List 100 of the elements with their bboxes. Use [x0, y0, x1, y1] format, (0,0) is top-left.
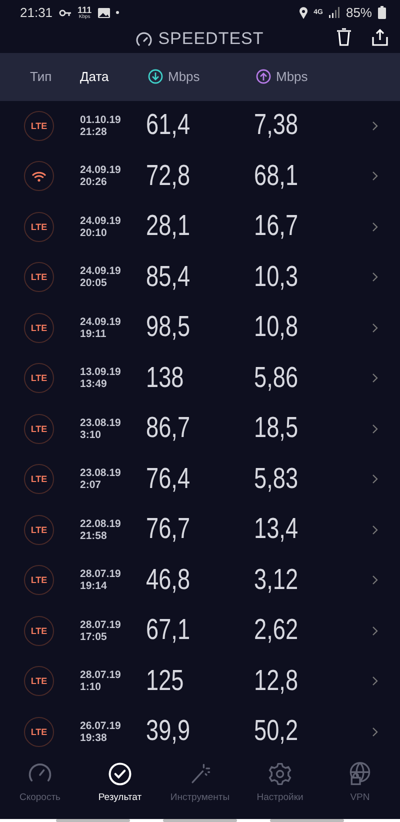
- gear-icon: [267, 761, 293, 788]
- chevron-icon[interactable]: [372, 726, 378, 737]
- test-date: 24.09.19: [80, 265, 122, 278]
- upload-speed: 2,62: [254, 614, 298, 648]
- chevron-icon[interactable]: [372, 575, 378, 586]
- checkmark-icon: [107, 761, 133, 788]
- test-time: 1:10: [80, 681, 102, 694]
- trash-icon[interactable]: [336, 28, 352, 46]
- upload-speed: 16,7: [254, 210, 298, 244]
- test-time: 13:49: [80, 378, 108, 390]
- test-date: 23.08.19: [80, 416, 122, 429]
- app-title: SPEEDTEST: [158, 29, 264, 50]
- chevron-icon[interactable]: [372, 322, 378, 333]
- wifi-icon: [32, 170, 46, 182]
- test-date: 23.08.19: [80, 467, 122, 480]
- upload-icon: [256, 69, 271, 84]
- lte-badge: LTE: [24, 212, 54, 242]
- lte-badge: LTE: [24, 666, 54, 696]
- test-date: 13.09.19: [80, 366, 122, 378]
- clock: 21:31: [20, 5, 53, 20]
- image-icon: [98, 8, 110, 18]
- test-date: 28.07.19: [80, 669, 122, 682]
- test-date: 01.10.19: [80, 114, 122, 126]
- chevron-icon[interactable]: [372, 120, 378, 131]
- lte-badge: LTE: [24, 363, 54, 394]
- lte-badge: LTE: [24, 716, 54, 747]
- data-speed: 111: [78, 6, 92, 15]
- download-speed: 76,4: [146, 462, 190, 496]
- download-speed: 67,1: [146, 614, 190, 648]
- upload-speed: 10,3: [254, 260, 298, 294]
- download-speed: 76,7: [146, 513, 190, 546]
- chevron-icon[interactable]: [372, 222, 378, 232]
- test-date: 22.08.19: [80, 518, 122, 530]
- test-time: 19:11: [80, 328, 108, 340]
- chevron-icon[interactable]: [372, 676, 378, 686]
- download-speed: 46,8: [146, 564, 190, 597]
- download-speed: 39,9: [146, 715, 190, 748]
- test-time: 21:28: [80, 126, 108, 138]
- test-date: 24.09.19: [80, 316, 122, 328]
- upload-speed: 13,4: [254, 513, 298, 546]
- column-header[interactable]: Mbps: [276, 69, 308, 84]
- column-header[interactable]: Тип: [0, 69, 80, 84]
- battery-level: 85%: [346, 5, 372, 20]
- chevron-icon[interactable]: [372, 171, 378, 182]
- lte-badge: LTE: [24, 616, 54, 646]
- test-date: 24.09.19: [80, 214, 122, 227]
- chevron-icon[interactable]: [372, 474, 378, 484]
- lte-badge: LTE: [24, 414, 54, 444]
- key-icon: [58, 8, 72, 17]
- column-header[interactable]: Mbps: [168, 69, 200, 84]
- download-speed: 85,4: [146, 260, 190, 294]
- chevron-icon[interactable]: [372, 626, 378, 636]
- upload-speed: 3,12: [254, 564, 298, 597]
- test-date: 28.07.19: [80, 568, 122, 580]
- dot-icon: [116, 11, 119, 14]
- chevron-icon[interactable]: [372, 524, 378, 535]
- share-icon[interactable]: [372, 28, 388, 46]
- upload-speed: 12,8: [254, 664, 298, 698]
- upload-speed: 50,2: [254, 715, 298, 748]
- test-time: 20:05: [80, 277, 108, 290]
- speedometer-icon: [136, 32, 152, 46]
- test-time: 19:14: [80, 580, 108, 592]
- test-time: 20:26: [80, 176, 108, 188]
- lte-badge: LTE: [24, 514, 54, 545]
- column-header[interactable]: Дата: [80, 69, 148, 84]
- chevron-icon[interactable]: [372, 424, 378, 434]
- test-time: 20:10: [80, 226, 108, 239]
- test-time: 19:38: [80, 732, 108, 744]
- download-speed: 98,5: [146, 311, 190, 344]
- download-speed: 125: [146, 664, 184, 698]
- upload-speed: 10,8: [254, 311, 298, 344]
- test-time: 3:10: [80, 428, 102, 441]
- upload-speed: 5,86: [254, 362, 298, 395]
- lte-badge: LTE: [24, 262, 54, 292]
- chevron-icon[interactable]: [372, 272, 378, 282]
- location-icon: [298, 6, 308, 19]
- test-time: 2:07: [80, 479, 102, 492]
- nav-tab[interactable]: Результат: [80, 761, 160, 804]
- battery-icon: [378, 6, 386, 20]
- globe-lock-icon: [347, 761, 373, 788]
- download-speed: 72,8: [146, 160, 190, 193]
- lte-badge: LTE: [24, 110, 54, 141]
- chevron-icon[interactable]: [372, 373, 378, 384]
- test-time: 21:58: [80, 530, 108, 542]
- test-date: 26.07.19: [80, 720, 122, 732]
- upload-speed: 5,83: [254, 462, 298, 496]
- download-icon: [148, 69, 163, 84]
- lte-badge: LTE: [24, 464, 54, 494]
- lte-badge: LTE: [24, 565, 54, 596]
- upload-speed: 7,38: [254, 109, 298, 142]
- lte-badge: LTE: [24, 312, 54, 343]
- download-speed: 61,4: [146, 109, 190, 142]
- upload-speed: 68,1: [254, 160, 298, 193]
- download-speed: 86,7: [146, 412, 190, 446]
- download-speed: 138: [146, 362, 184, 395]
- signal-icon: [328, 7, 340, 18]
- download-speed: 28,1: [146, 210, 190, 244]
- test-date: 28.07.19: [80, 618, 122, 631]
- test-time: 17:05: [80, 630, 108, 643]
- test-date: 24.09.19: [80, 164, 122, 176]
